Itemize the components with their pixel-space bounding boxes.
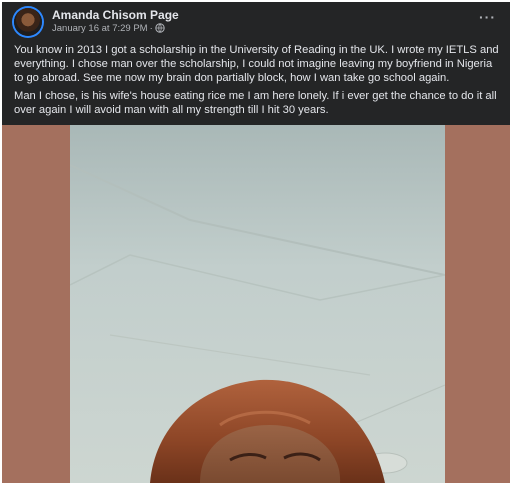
post-timestamp[interactable]: January 16 at 7:29 PM: [52, 23, 148, 34]
post-paragraph-2: Man I chose, is his wife's house eating …: [14, 90, 497, 116]
selfie-photo-illustration: [70, 125, 445, 483]
post-photo-frame: [2, 125, 510, 483]
post-paragraph-1: You know in 2013 I got a scholarship in …: [14, 44, 499, 84]
globe-icon: [155, 23, 165, 36]
post-meta: January 16 at 7:29 PM ·: [52, 23, 165, 36]
more-options-icon[interactable]: ···: [479, 9, 496, 25]
meta-separator: ·: [149, 23, 153, 34]
facebook-post: Amanda Chisom Page January 16 at 7:29 PM…: [2, 2, 510, 483]
post-photo[interactable]: [70, 125, 445, 483]
avatar[interactable]: [14, 8, 42, 36]
post-header: Amanda Chisom Page January 16 at 7:29 PM…: [2, 2, 510, 40]
post-text: You know in 2013 I got a scholarship in …: [14, 43, 500, 121]
author-name[interactable]: Amanda Chisom Page: [52, 8, 179, 22]
